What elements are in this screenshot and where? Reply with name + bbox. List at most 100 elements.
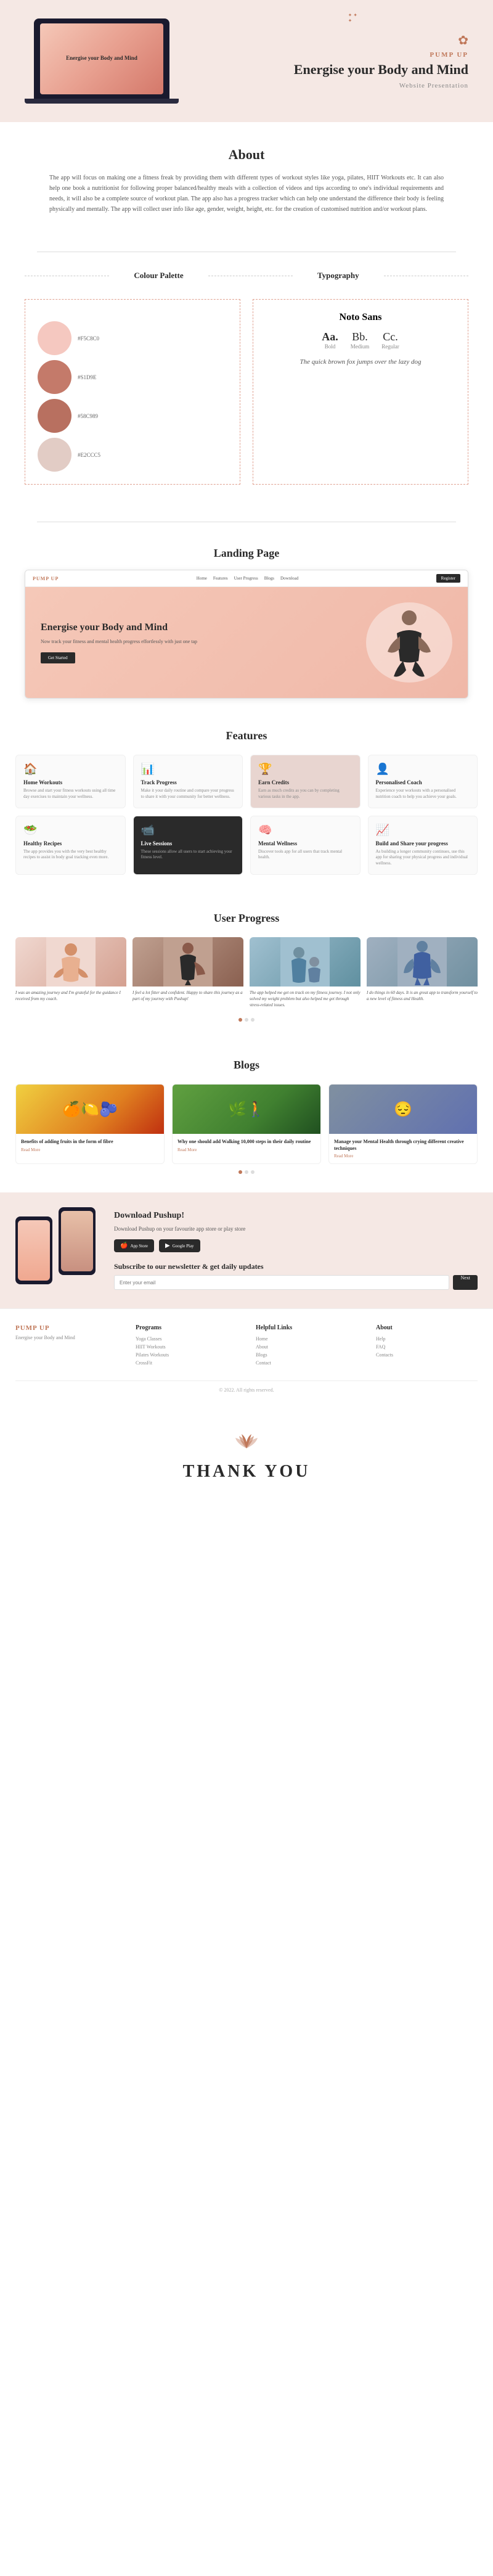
user-progress-section: User Progress I was an amazing journey a…: [0, 893, 493, 1040]
blogs-title: Blogs: [15, 1059, 478, 1072]
user-progress-title: User Progress: [15, 912, 478, 925]
browser-mockup: PUMP UP Home Features User Progress Blog…: [25, 570, 468, 699]
footer-col-about: About Help FAQ Contacts: [376, 1324, 478, 1368]
blog-read-more-1[interactable]: Read More: [21, 1147, 159, 1152]
font-sample: The quick brown fox jumps over the lazy …: [266, 357, 455, 367]
nav-home[interactable]: Home: [197, 576, 207, 581]
laptop-text: Energise your Body and Mind: [66, 55, 137, 62]
design-section: #F5C8C0 #S1D9E #58C989 #E2CCC5 Noto Sans…: [0, 287, 493, 509]
blog-read-more-3[interactable]: Read More: [334, 1154, 472, 1159]
swatch-4: [38, 438, 71, 472]
footer-link-pilates[interactable]: Pilates Workouts: [136, 1352, 237, 1358]
footer-link-crossfit[interactable]: CrossFit: [136, 1360, 237, 1366]
swatch-row-3: #58C989: [38, 399, 227, 433]
progress-dots: [15, 1018, 478, 1022]
font-medium-sample: Bb.: [351, 330, 370, 343]
dot-1: [238, 1018, 242, 1022]
footer-link-help[interactable]: Help: [376, 1336, 478, 1342]
progress-img-3: [250, 937, 361, 987]
blog-card-3: 😔 Manage your Mental Health through cryi…: [328, 1084, 478, 1164]
dot-3: [251, 1018, 255, 1022]
download-title: Download Pushup!: [114, 1211, 478, 1221]
nav-links: Home Features User Progress Blogs Downlo…: [197, 576, 298, 581]
features-grid-row2: 🥗 Healthy Recipes The app provides you w…: [15, 816, 478, 875]
colour-palette-box: #F5C8C0 #S1D9E #58C989 #E2CCC5: [25, 299, 240, 485]
get-started-btn[interactable]: Get Started: [41, 652, 75, 663]
live-sessions-title: Live Sessions: [141, 840, 235, 847]
progress-person-3: [280, 937, 330, 987]
typography-label: Typography: [317, 271, 359, 281]
progress-person-4: [397, 937, 447, 987]
progress-img-1: [15, 937, 126, 987]
blog-card-2: 🌿🚶 Why one should add Walking 10,000 ste…: [172, 1084, 321, 1164]
track-progress-title: Track Progress: [141, 779, 235, 786]
font-medium: Bb. Medium: [351, 330, 370, 350]
blog-read-more-2[interactable]: Read More: [177, 1147, 316, 1152]
hero-subtitle: Website Presentation: [197, 82, 468, 89]
hero-title: Energise your Body and Mind: [197, 61, 468, 79]
live-sessions-desc: These sessions allow all users to start …: [141, 849, 235, 861]
footer-programs-title: Programs: [136, 1324, 237, 1331]
footer-link-about[interactable]: About: [256, 1344, 357, 1350]
download-section: Download Pushup! Download Pushup on your…: [0, 1192, 493, 1308]
browser-navbar: PUMP UP Home Features User Progress Blog…: [25, 570, 468, 587]
nav-features[interactable]: Features: [213, 576, 228, 581]
mental-wellness-icon: 🧠: [258, 824, 352, 837]
home-workouts-desc: Browse and start your fitness workouts u…: [23, 788, 118, 800]
footer: PUMP UP Energise your Body and Mind Prog…: [0, 1308, 493, 1402]
hero-banner: Energise your Body and Mind Now track yo…: [25, 587, 468, 698]
swatch-row-1: #F5C8C0: [38, 321, 227, 355]
footer-top: PUMP UP Energise your Body and Mind Prog…: [15, 1324, 478, 1368]
feature-card-healthy-recipes: 🥗 Healthy Recipes The app provides you w…: [15, 816, 126, 875]
footer-brand: PUMP UP Energise your Body and Mind: [15, 1324, 117, 1368]
footer-link-yoga[interactable]: Yoga Classes: [136, 1336, 237, 1342]
nav-brand: PUMP UP: [33, 576, 59, 581]
personalised-coach-icon: 👤: [376, 763, 470, 776]
phone-screen-2: [61, 1211, 93, 1271]
progress-img-2: [132, 937, 243, 987]
build-share-icon: 📈: [376, 824, 470, 837]
footer-link-faq[interactable]: FAQ: [376, 1344, 478, 1350]
nav-download[interactable]: Download: [280, 576, 298, 581]
font-medium-label: Medium: [351, 343, 370, 350]
blog-dot-1: [238, 1170, 242, 1174]
blog-title-2: Why one should add Walking 10,000 steps …: [177, 1139, 316, 1145]
nav-register[interactable]: Register: [436, 574, 460, 583]
landing-title: Landing Page: [25, 547, 468, 560]
newsletter-input[interactable]: [114, 1275, 449, 1290]
healthy-recipes-desc: The app provides you with the very best …: [23, 849, 118, 861]
hero-banner-title: Energise your Body and Mind: [41, 621, 366, 634]
apple-icon: 🍎: [120, 1242, 128, 1249]
footer-about-title: About: [376, 1324, 478, 1331]
font-weights: Aa. Bold Bb. Medium Cc. Regular: [266, 330, 455, 350]
footer-helpful-title: Helpful Links: [256, 1324, 357, 1331]
design-header: Colour Palette Typography: [0, 265, 493, 287]
footer-link-contacts[interactable]: Contacts: [376, 1352, 478, 1358]
nav-user-progress[interactable]: User Progress: [234, 576, 258, 581]
about-section: About The app will focus on making one a…: [0, 122, 493, 239]
features-grid-row1: 🏠 Home Workouts Browse and start your fi…: [15, 755, 478, 808]
footer-link-contact[interactable]: Contact: [256, 1360, 357, 1366]
swatch-1: [38, 321, 71, 355]
blog-dot-3: [251, 1170, 255, 1174]
newsletter-btn[interactable]: Next: [453, 1275, 478, 1290]
google-play-btn[interactable]: ▶ Google Play: [159, 1239, 200, 1252]
footer-logo: PUMP UP: [15, 1324, 117, 1332]
thankyou-text: THANK YOU: [25, 1462, 468, 1482]
nav-blogs[interactable]: Blogs: [264, 576, 274, 581]
swatch-row-4: #E2CCC5: [38, 438, 227, 472]
footer-link-home[interactable]: Home: [256, 1336, 357, 1342]
swatch-row-2: #S1D9E: [38, 360, 227, 394]
download-subtitle: Download Pushup on your favourite app st…: [114, 1226, 478, 1232]
blog-content-3: Manage your Mental Health through crying…: [329, 1134, 477, 1163]
app-store-btn[interactable]: 🍎 App Store: [114, 1239, 154, 1252]
blog-img-walk: 🌿🚶: [173, 1085, 320, 1134]
footer-link-blogs[interactable]: Blogs: [256, 1352, 357, 1358]
footer-link-hiit[interactable]: HIIT Workouts: [136, 1344, 237, 1350]
hero-banner-image: [366, 602, 452, 683]
phone-mockup-1: [15, 1216, 52, 1284]
feature-card-earn-credits: 🏆 Earn Credits Earn as much credits as y…: [250, 755, 361, 808]
yoga-person-svg: [378, 605, 440, 679]
swatch-label-3: #58C989: [78, 413, 98, 419]
about-title: About: [49, 147, 444, 163]
